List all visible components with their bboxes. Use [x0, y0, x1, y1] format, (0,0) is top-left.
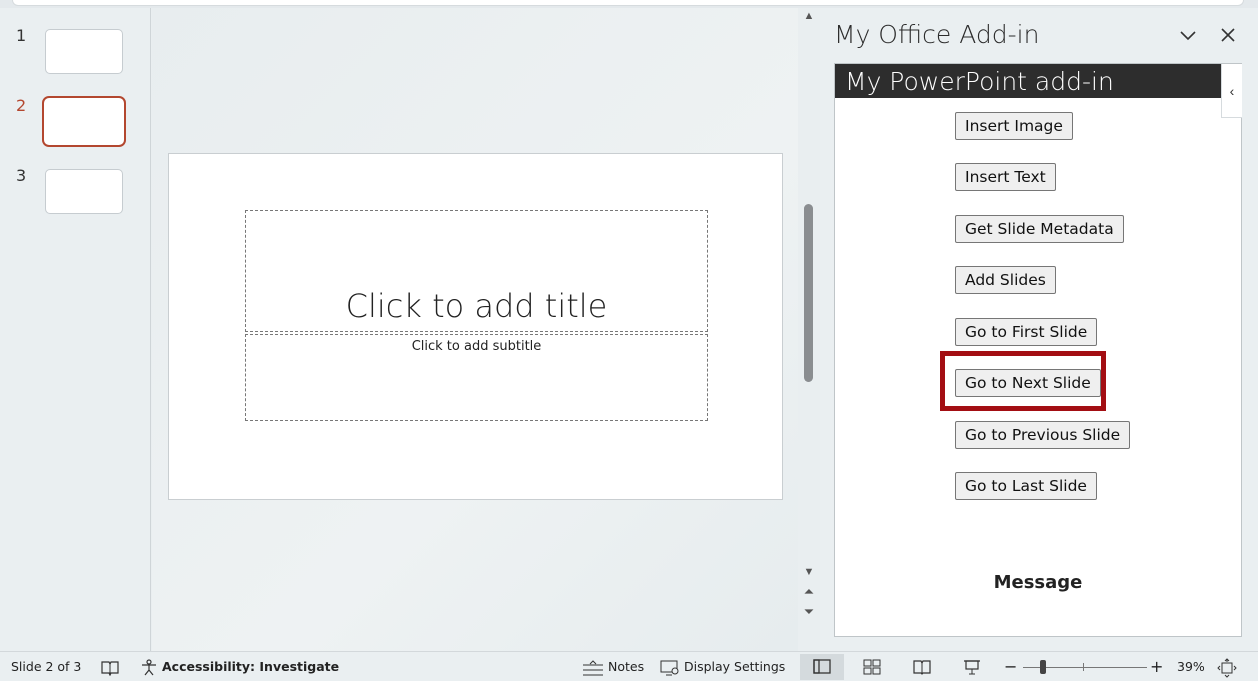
- previous-slide-icon[interactable]: ⏶: [803, 585, 815, 598]
- slide-thumbnail-2[interactable]: [42, 96, 126, 147]
- slide-counter[interactable]: Slide 2 of 3: [11, 652, 81, 681]
- zoom-in-icon[interactable]: +: [1150, 652, 1163, 681]
- zoom-level[interactable]: 39%: [1177, 652, 1205, 681]
- close-icon[interactable]: [1216, 24, 1240, 48]
- slide-sorter-view-icon[interactable]: [850, 654, 894, 680]
- ribbon-edge: [12, 0, 1244, 6]
- thumbnail-number-2: 2: [16, 96, 27, 115]
- task-pane-title: My Office Add-in: [834, 20, 1040, 49]
- slide-thumbnail-pane: 1 2 3: [0, 8, 151, 651]
- scroll-down-icon[interactable]: ▼: [803, 566, 815, 578]
- ribbon-bottom-edge: [0, 0, 1258, 8]
- subtitle-placeholder[interactable]: Click to add subtitle: [245, 334, 708, 421]
- next-slide-icon[interactable]: ⏷: [803, 605, 815, 618]
- reading-view-icon[interactable]: [900, 654, 944, 680]
- chevron-left-icon[interactable]: ‹: [1221, 64, 1242, 118]
- thumbnail-number-1: 1: [16, 26, 27, 45]
- addin-task-pane: My Office Add-in My PowerPoint add-in ‹ …: [820, 8, 1258, 651]
- go-to-previous-slide-button[interactable]: Go to Previous Slide: [955, 421, 1131, 449]
- add-slides-button[interactable]: Add Slides: [955, 266, 1056, 294]
- insert-image-button[interactable]: Insert Image: [955, 112, 1073, 140]
- accessibility-label: Accessibility: Investigate: [161, 659, 340, 674]
- vertical-scrollbar[interactable]: ▲ ▼ ⏶ ⏷: [798, 8, 820, 651]
- slide-thumbnail-1[interactable]: [45, 29, 123, 74]
- accessibility-status[interactable]: Accessibility: Investigate: [140, 652, 339, 681]
- notes-button[interactable]: Notes: [582, 652, 644, 681]
- slide-editing-canvas: Click to add title Click to add subtitle: [152, 8, 798, 651]
- current-slide[interactable]: Click to add title Click to add subtitle: [168, 153, 783, 500]
- scroll-up-icon[interactable]: ▲: [803, 10, 815, 22]
- fit-to-window-icon[interactable]: [1217, 652, 1237, 681]
- notes-icon: [583, 659, 603, 675]
- insert-text-button[interactable]: Insert Text: [955, 163, 1056, 191]
- title-placeholder[interactable]: Click to add title: [245, 210, 708, 332]
- display-settings-button[interactable]: Display Settings: [660, 652, 785, 681]
- chevron-down-icon[interactable]: [1176, 24, 1200, 48]
- slide-thumbnail-3[interactable]: [45, 169, 123, 214]
- notes-label: Notes: [607, 659, 645, 674]
- go-to-last-slide-button[interactable]: Go to Last Slide: [955, 472, 1097, 500]
- scrollbar-thumb[interactable]: [804, 204, 813, 382]
- normal-view-icon[interactable]: [800, 654, 844, 680]
- addin-content: My PowerPoint add-in ‹ Insert Image Inse…: [834, 63, 1242, 637]
- title-placeholder-text: Click to add title: [345, 287, 608, 325]
- message-label: Message: [993, 572, 1083, 593]
- display-settings-label: Display Settings: [683, 659, 786, 674]
- thumbnail-number-3: 3: [16, 166, 27, 185]
- go-to-next-slide-button[interactable]: Go to Next Slide: [955, 369, 1101, 397]
- accessibility-icon: [142, 658, 156, 675]
- spelling-book-icon[interactable]: [100, 652, 120, 681]
- zoom-out-icon[interactable]: −: [1004, 652, 1017, 681]
- status-bar: Slide 2 of 3 Accessibility: Investigate …: [0, 651, 1258, 681]
- subtitle-placeholder-text: Click to add subtitle: [411, 339, 542, 354]
- display-settings-icon: [660, 660, 679, 675]
- slide-show-icon[interactable]: [950, 654, 994, 680]
- zoom-slider-knob[interactable]: [1040, 660, 1046, 674]
- get-slide-metadata-button[interactable]: Get Slide Metadata: [955, 215, 1124, 243]
- addin-header: My PowerPoint add-in: [835, 64, 1221, 98]
- go-to-first-slide-button[interactable]: Go to First Slide: [955, 318, 1098, 346]
- zoom-slider-midpoint: [1083, 663, 1084, 671]
